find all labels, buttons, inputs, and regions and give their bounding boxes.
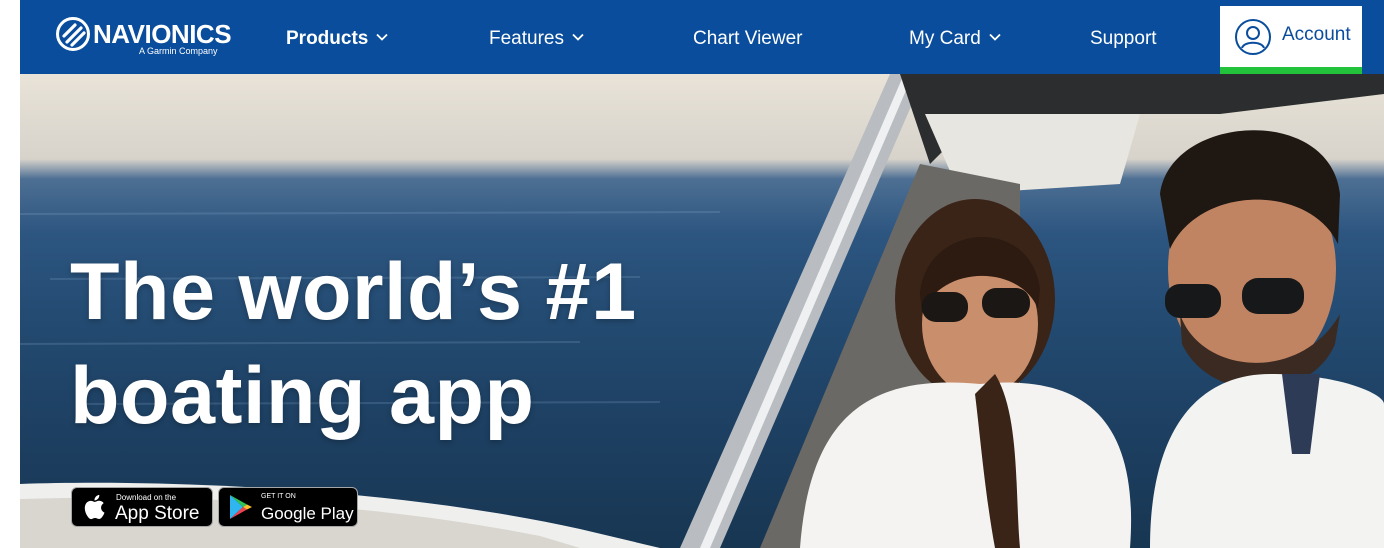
nav-support[interactable]: Support [1090, 0, 1157, 74]
hero-banner: The world’s #1 boating app Download on t… [20, 74, 1384, 548]
account-button[interactable]: Account [1220, 6, 1362, 74]
google-play-button[interactable]: GET IT ON Google Play [218, 487, 358, 527]
top-navigation-bar: NAVIONICS A Garmin Company Products Feat… [20, 0, 1384, 74]
nav-products[interactable]: Products [286, 0, 388, 74]
navionics-logo[interactable]: NAVIONICS A Garmin Company [56, 17, 236, 61]
user-circle-icon [1235, 19, 1271, 55]
nav-features[interactable]: Features [489, 0, 584, 74]
account-label: Account [1282, 24, 1351, 45]
app-store-label: App Store [115, 503, 200, 524]
hero-title-line-1: The world’s #1 [70, 247, 637, 337]
nav-products-label: Products [286, 28, 369, 49]
apple-icon [84, 494, 105, 520]
nav-features-label: Features [489, 28, 564, 49]
google-play-icon [230, 495, 252, 519]
nav-chart-viewer[interactable]: Chart Viewer [693, 0, 802, 74]
nav-chart-viewer-label: Chart Viewer [693, 28, 803, 49]
nav-my-card-label: My Card [909, 28, 981, 49]
nav-my-card[interactable]: My Card [909, 0, 1001, 74]
page: NAVIONICS A Garmin Company Products Feat… [20, 0, 1384, 548]
chevron-down-icon [989, 34, 1001, 42]
chevron-down-icon [572, 34, 584, 42]
hero-title: The world’s #1 boating app [70, 240, 637, 448]
nav-support-label: Support [1090, 28, 1157, 49]
logo-tagline: A Garmin Company [139, 46, 218, 56]
navionics-logo-icon [56, 17, 90, 51]
google-play-label: Google Play [261, 504, 354, 523]
app-store-button[interactable]: Download on the App Store [71, 487, 213, 527]
app-store-small-text: Download on the [116, 493, 177, 502]
account-active-indicator [1220, 67, 1362, 74]
hero-title-line-2: boating app [70, 351, 535, 441]
chevron-down-icon [376, 34, 388, 42]
google-play-small-text: GET IT ON [261, 493, 296, 500]
